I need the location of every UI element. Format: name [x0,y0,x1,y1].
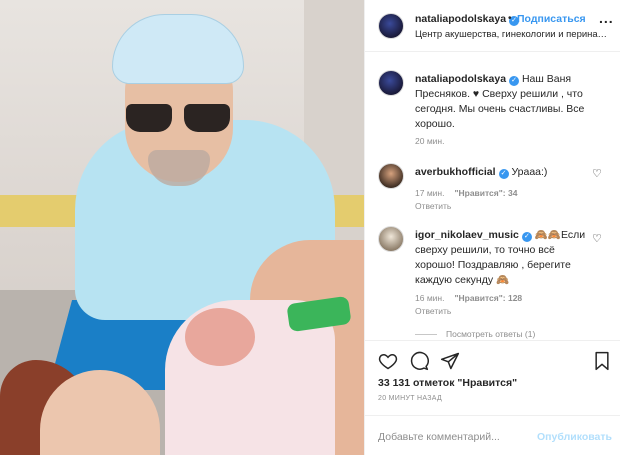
reply-button[interactable]: Ответить [415,306,451,316]
view-replies-button[interactable]: Посмотреть ответы (1) [415,329,535,339]
verified-icon: ✓ [509,76,520,86]
reply-button[interactable]: Ответить [415,201,451,211]
comment-meta: 16 мин. "Нравится": 128 [415,293,522,303]
comment-meta: 17 мин. "Нравится": 34 [415,188,517,198]
share-icon[interactable] [440,351,460,371]
post-photo[interactable] [0,0,364,455]
photo-baby-face [185,308,255,366]
heart-icon[interactable] [378,351,398,371]
comment-username[interactable]: igor_nikolaev_music [415,229,519,241]
header-username[interactable]: nataliapodolskaya ✓ [415,13,520,26]
likes-count[interactable]: 33 131 отметок "Нравится" [378,377,517,389]
comment-username[interactable]: averbukhofficial [415,166,496,178]
location-link[interactable]: Центр акушерства, гинекологии и перинато… [415,29,607,40]
action-bar [365,340,620,378]
avatar[interactable] [378,13,404,39]
bookmark-icon[interactable] [592,351,612,371]
comment-like-heart-icon[interactable]: ♡ [592,232,602,245]
caption-text: nataliapodolskaya ✓ Наш Ваня Пресняков. ♥… [415,72,590,132]
comment-icon[interactable] [409,351,429,371]
more-icon[interactable]: ... [599,10,614,26]
divider-line [415,334,437,336]
comment-body: Урааа:) [508,166,548,178]
comment-text: averbukhofficial ✓ Урааа:) [415,165,590,180]
comment-time: 16 мин. [415,293,445,303]
post-side-panel: nataliapodolskaya ✓ • Подписаться Центр а… [364,0,620,455]
publish-button[interactable]: Опубликовать [537,431,612,443]
post-date: 20 МИНУТ НАЗАД [378,395,443,402]
comment-composer: Добавьте комментарий... Опубликовать [365,415,620,455]
caption-username[interactable]: nataliapodolskaya [415,73,506,85]
comment-likes[interactable]: "Нравится": 128 [454,293,522,303]
view-replies-label: Посмотреть ответы (1) [446,329,536,339]
avatar[interactable] [378,163,404,189]
comment-input[interactable]: Добавьте комментарий... [378,431,500,443]
photo-man-cap [112,14,244,84]
caption-time: 20 мин. [415,136,445,146]
comment-text: igor_nikolaev_music ✓ 🙈🙈Если сверху решил… [415,228,590,288]
header-separator: • [508,13,512,24]
avatar[interactable] [378,226,404,252]
comment-time: 17 мин. [415,188,445,198]
comment-likes[interactable]: "Нравится": 34 [454,188,517,198]
verified-icon: ✓ [498,169,509,179]
photo-man-glasses [126,104,230,134]
follow-button[interactable]: Подписаться [517,13,586,25]
verified-icon: ✓ [521,232,532,242]
comment-like-heart-icon[interactable]: ♡ [592,167,602,180]
post-header: nataliapodolskaya ✓ • Подписаться Центр а… [365,0,620,52]
avatar[interactable] [378,70,404,96]
